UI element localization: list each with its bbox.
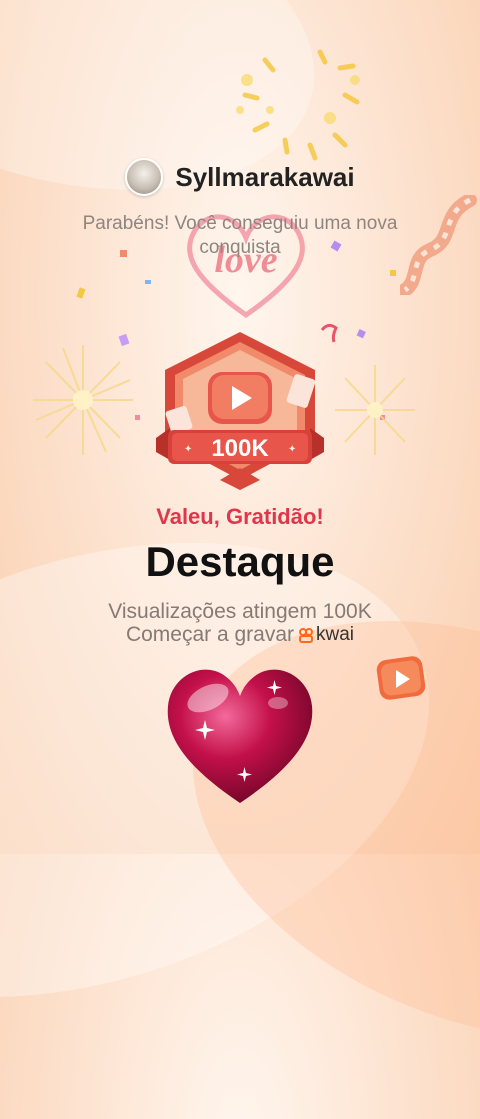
kwai-brand-text: kwai [316, 624, 355, 645]
glossy-heart-icon [167, 669, 313, 803]
100k-badge: ✦ ✦ 100K [156, 332, 324, 490]
svg-text:✦: ✦ [288, 444, 296, 455]
user-header: Syllmarakawai [0, 158, 480, 196]
kwai-logo: kwai [298, 624, 354, 646]
firework-burst-icon [335, 365, 415, 455]
cta-text[interactable]: Começar a gravar [126, 623, 294, 647]
cta-row[interactable]: Começar a gravar kwai [0, 623, 480, 647]
page-title: Destaque [145, 538, 335, 585]
badge-label: 100K [211, 435, 269, 462]
firework-burst-icon [33, 345, 133, 455]
play-sticker-icon [376, 656, 426, 700]
username: Syllmarakawai [175, 161, 355, 192]
svg-text:✦: ✦ [184, 444, 192, 455]
fireworks-icon [236, 49, 360, 161]
tagline: Valeu, Gratidão! [156, 504, 324, 529]
avatar[interactable] [125, 158, 164, 196]
achievement-description: Visualizações atingem 100K [108, 600, 372, 623]
kwai-logo-icon [299, 628, 314, 643]
